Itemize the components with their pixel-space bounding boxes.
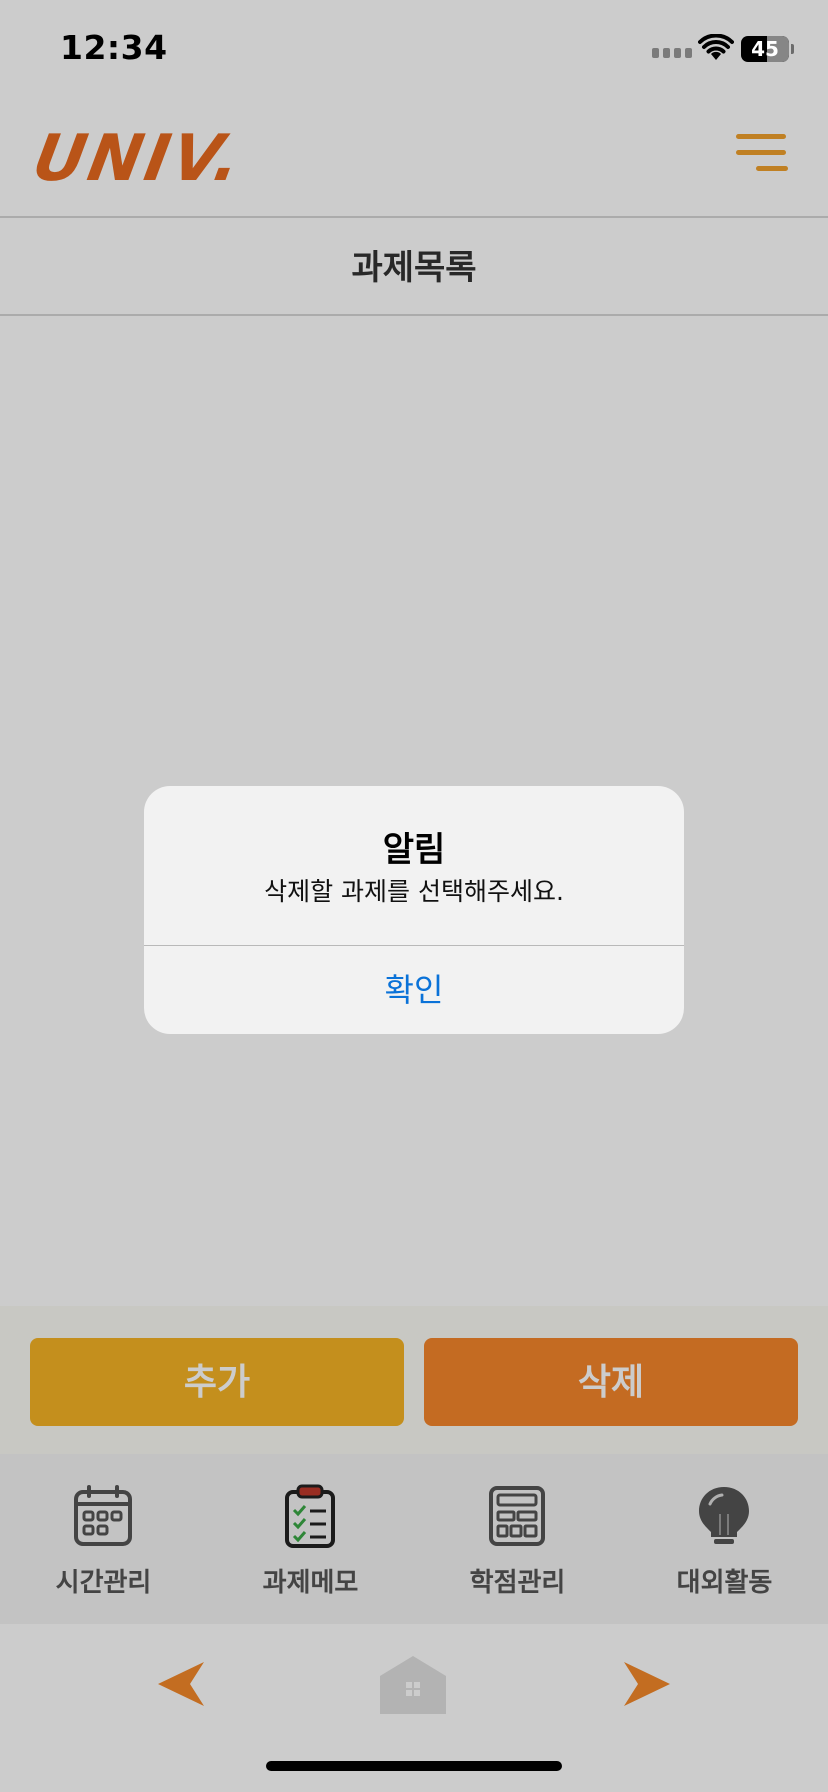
alert-confirm-button[interactable]: 확인: [144, 946, 684, 1034]
home-indicator: [266, 1761, 562, 1771]
app-screen: 12:34 45 UNIV. 과제목록 추가 삭제 시간관리 과제메모 학점관리…: [0, 0, 828, 1792]
alert-title: 알림: [382, 830, 446, 870]
alert-message: 삭제할 과제를 선택해주세요.: [264, 877, 564, 906]
alert-dialog: 알림 삭제할 과제를 선택해주세요. 확인: [144, 786, 684, 1034]
battery-level: 45: [751, 37, 779, 61]
